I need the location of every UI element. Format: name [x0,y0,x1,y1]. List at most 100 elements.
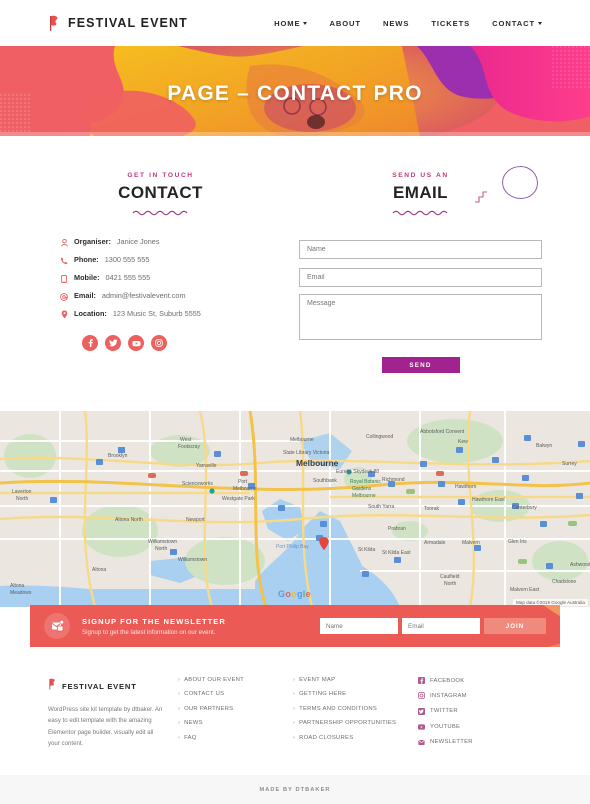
svg-text:Melbourne: Melbourne [352,493,376,499]
svg-text:St Kilda East: St Kilda East [382,550,411,556]
svg-text:Malvern: Malvern [462,540,480,546]
svg-text:Altona: Altona [10,583,24,589]
footer-link[interactable]: › ABOUT OUR EVENT [178,677,281,683]
footer-links-column-1: › ABOUT OUR EVENT › CONTACT US › OUR PARTNE… [166,677,281,773]
svg-text:North: North [444,581,456,587]
svg-text:Melbourne: Melbourne [290,437,314,443]
nav-item-home[interactable]: HOME [274,18,308,28]
send-button[interactable]: SEND [381,357,460,373]
svg-text:St Kilda: St Kilda [358,547,375,553]
svg-text:Melbourne: Melbourne [233,486,257,492]
footer-social-newsletter[interactable]: NEWSLETTER [418,739,521,746]
instagram-icon[interactable] [151,335,167,351]
contact-detail-email: Email: admin@festivalevent.com [60,291,273,301]
footer-link[interactable]: › NEWS [178,720,281,726]
user-icon [60,238,68,247]
chevron-right-icon: › [178,691,181,698]
footer-social-column: FACEBOOK INSTAGRAM TWITTER YOUTUBE NEWSL… [406,677,521,773]
footer-link[interactable]: › OUR PARTNERS [178,706,281,712]
footer-link[interactable]: › FAQ [178,735,281,741]
footer-social-label: FACEBOOK [430,677,465,684]
svg-text:Armadale: Armadale [424,540,446,546]
footer-link[interactable]: › ROAD CLOSURES [293,735,406,741]
footer-social-twitter[interactable]: TWITTER [418,707,521,715]
svg-text:Port Philip Bay: Port Philip Bay [276,544,309,550]
page-root: FESTIVAL EVENT HOME ABOUT NEWS TICKETS C… [0,0,590,804]
svg-text:Southbank: Southbank [313,478,337,484]
svg-text:North: North [155,546,167,552]
detail-value: Janice Jones [116,237,160,246]
svg-text:Kew: Kew [458,439,468,445]
footer-link[interactable]: › TERMS AND CONDITIONS [293,706,406,712]
svg-text:State Library Victoria: State Library Victoria [283,450,330,456]
footer-description: WordPress site kit template by dtbaker. … [48,706,163,747]
nav-item-news[interactable]: NEWS [383,19,409,28]
squiggle-divider [392,210,447,216]
nav-label: NEWS [382,18,410,28]
chevron-right-icon: › [293,734,296,741]
footer-link[interactable]: › EVENT MAP [293,677,406,683]
svg-text:Laverton: Laverton [12,489,32,495]
message-input[interactable] [299,294,542,340]
newsletter-icon [418,739,425,746]
contact-detail-phone: Phone: 1300 555 555 [60,255,273,265]
footer-logo[interactable]: FESTIVAL EVENT [48,677,166,695]
nav-item-about[interactable]: ABOUT [329,19,361,28]
svg-text:Hawthorn East: Hawthorn East [472,497,505,503]
name-input[interactable] [299,240,542,259]
footer-social-facebook[interactable]: FACEBOOK [418,677,521,684]
instagram-icon [418,692,425,700]
twitter-icon [418,707,425,715]
flag-icon [48,15,61,32]
svg-text:Collingwood: Collingwood [366,434,393,440]
contact-form: SEND [299,238,542,373]
main-nav: HOME ABOUT NEWS TICKETS CONTACT [274,19,542,28]
footer-links-column-2: › EVENT MAP › GETTING HERE › TERMS AND COND… [281,677,406,773]
svg-text:Gardens: Gardens [352,486,372,492]
google-logo: Google [278,589,311,599]
phone-icon [60,256,68,265]
nav-label: HOME [274,18,301,28]
site-footer: FESTIVAL EVENT WordPress site kit templa… [0,655,590,773]
svg-text:Scienceworks: Scienceworks [182,481,213,487]
email-input[interactable] [299,268,542,287]
footer-link[interactable]: › GETTING HERE [293,691,406,697]
svg-text:Brooklyn: Brooklyn [108,453,128,459]
facebook-icon[interactable] [82,335,98,351]
site-logo[interactable]: FESTIVAL EVENT [48,15,188,32]
svg-text:Meadows: Meadows [10,590,32,596]
newsletter-name-input[interactable] [320,618,398,634]
twitter-icon[interactable] [105,335,121,351]
svg-text:Newport: Newport [186,517,205,523]
squiggle-divider [132,210,187,216]
svg-text:Port: Port [238,479,248,485]
email-form-column: SEND US AN EMAIL SEND [299,166,542,411]
footer-link-label: NEWS [184,720,203,727]
contact-details-list: Organiser: Janice Jones Phone: 1300 555 … [48,237,273,319]
footer-social-youtube[interactable]: YOUTUBE [418,723,521,730]
footer-social-label: YOUTUBE [430,723,461,730]
page-title: PAGE – CONTACT PRO [167,82,423,105]
footer-link-label: GETTING HERE [299,691,347,698]
mobile-icon [60,274,68,283]
nav-item-tickets[interactable]: TICKETS [431,19,470,28]
email-icon [60,292,68,301]
footer-link[interactable]: › CONTACT US [178,691,281,697]
footer-social-label: INSTAGRAM [430,692,467,699]
contact-section: GET IN TOUCH CONTACT Organiser: Janice J… [0,136,590,411]
youtube-icon[interactable] [128,335,144,351]
detail-label: Phone: [74,255,99,264]
nav-item-contact[interactable]: CONTACT [492,19,542,28]
newsletter-signup: SIGNUP FOR THE NEWSLETTER Signup to get … [30,605,560,647]
footer-link[interactable]: › PARTNERSHIP OPPORTUNITIES [293,720,406,726]
svg-text:Surrey: Surrey [562,461,577,467]
detail-value: 0421 555 555 [105,273,151,282]
svg-text:Royal Botanic: Royal Botanic [350,479,381,485]
footer-social-instagram[interactable]: INSTAGRAM [418,692,521,700]
svg-text:Caulfield: Caulfield [440,574,460,580]
youtube-icon [418,723,425,730]
google-map[interactable]: West Footscray Brooklyn Yarraville Scien… [0,411,590,607]
footer-social-label: TWITTER [430,708,458,715]
contact-eyebrow: GET IN TOUCH [127,172,194,179]
map-canvas: West Footscray Brooklyn Yarraville Scien… [0,411,590,607]
